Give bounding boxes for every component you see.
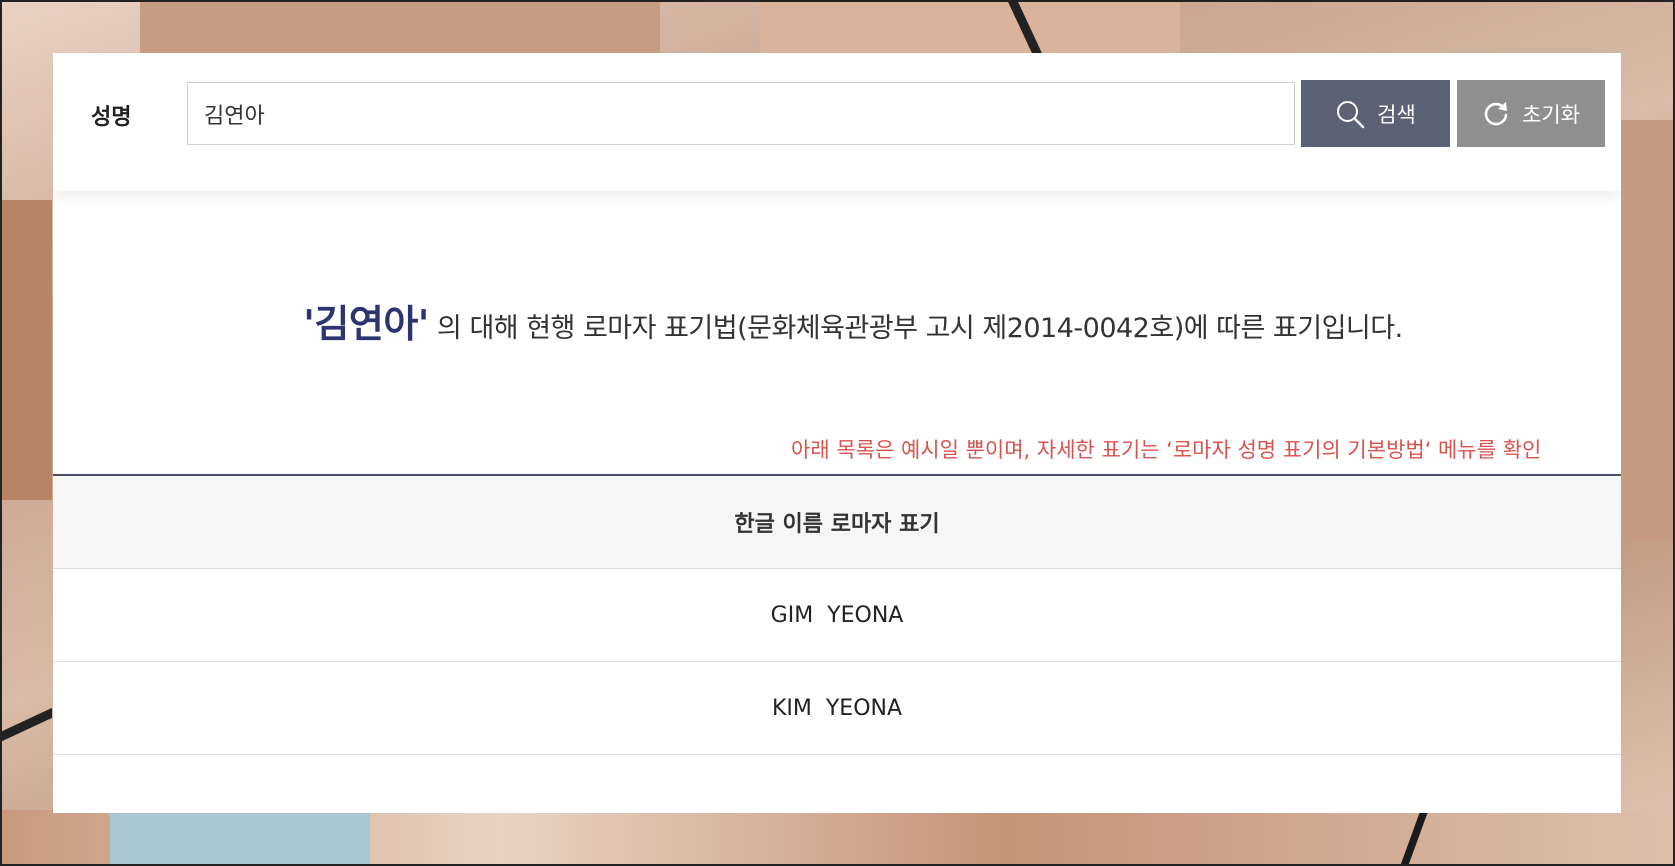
screenshot-border (0, 0, 1675, 866)
